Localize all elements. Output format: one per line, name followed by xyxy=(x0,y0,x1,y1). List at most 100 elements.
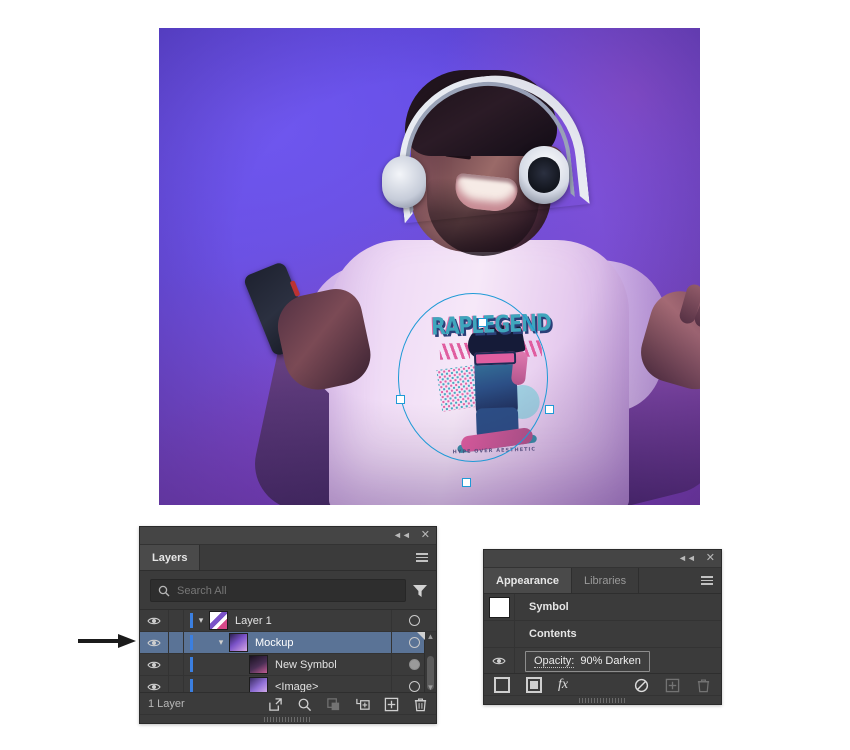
search-icon xyxy=(158,585,170,597)
appearance-swatch-cell[interactable] xyxy=(484,594,515,620)
selection-ellipse[interactable] xyxy=(398,293,548,462)
add-new-fill-icon[interactable] xyxy=(526,677,542,693)
layers-tab-row: Layers xyxy=(140,545,436,571)
artboard-canvas[interactable]: RAPLEGEND HYPE OVER AESTHETIC xyxy=(159,28,700,505)
add-new-effect-icon[interactable]: fx xyxy=(558,677,568,693)
panel-resize-grip[interactable] xyxy=(484,695,721,704)
layer-target-indicator[interactable] xyxy=(391,610,436,631)
hamburger-icon xyxy=(701,576,713,585)
layer-color-bar xyxy=(190,635,193,650)
appearance-item-label: Contents xyxy=(529,628,577,640)
layers-panel-titlebar: ◄◄ ✕ xyxy=(140,527,436,545)
create-new-sublayer-icon[interactable] xyxy=(355,697,370,712)
delete-selected-item-icon[interactable] xyxy=(696,678,711,693)
appearance-panel-titlebar: ◄◄ ✕ xyxy=(484,550,721,568)
appearance-panel-footer: fx xyxy=(484,673,721,696)
layer-name-label[interactable]: New Symbol xyxy=(275,659,337,671)
layer-name-label[interactable]: Layer 1 xyxy=(235,615,272,627)
layer-row-new-symbol[interactable]: New Symbol xyxy=(140,654,436,676)
appearance-panel[interactable]: ◄◄ ✕ Appearance Libraries Symbol Contents… xyxy=(483,549,722,705)
target-circle-icon xyxy=(409,681,420,692)
isolate-selected-object-icon[interactable] xyxy=(268,697,283,712)
pointer-arrow-annotation xyxy=(78,634,138,648)
layer-row-content[interactable]: ▾ Layer 1 xyxy=(184,610,391,631)
clear-appearance-icon[interactable] xyxy=(634,678,649,693)
opacity-field[interactable]: Opacity: 90% Darken xyxy=(525,651,650,672)
close-panel-icon[interactable]: ✕ xyxy=(706,553,715,564)
visibility-eye-icon[interactable] xyxy=(147,616,161,626)
visibility-eye-icon[interactable] xyxy=(147,682,161,692)
layer-name-label[interactable]: <Image> xyxy=(275,681,318,693)
layer-name-label[interactable]: Mockup xyxy=(255,637,294,649)
search-input[interactable]: Search All xyxy=(150,579,406,602)
appearance-list[interactable]: Symbol Contents Opacity: 90% Darken xyxy=(484,594,721,675)
target-circle-icon xyxy=(409,615,420,626)
appearance-row-symbol[interactable]: Symbol xyxy=(484,594,721,621)
layer-lock-toggle[interactable] xyxy=(169,632,184,653)
opacity-label[interactable]: Opacity: xyxy=(534,655,574,668)
layers-list[interactable]: ▾ Layer 1 ▾ Mockup New Symbol <Image> xyxy=(140,609,436,698)
layer-row-layer-1[interactable]: ▾ Layer 1 xyxy=(140,610,436,632)
opacity-value[interactable]: 90% Darken xyxy=(580,655,641,667)
appearance-item-label: Symbol xyxy=(529,601,569,613)
selection-handle-right[interactable] xyxy=(545,405,554,414)
scroll-up-arrow[interactable]: ▲ xyxy=(425,632,436,642)
collapse-panel-icon[interactable]: ◄◄ xyxy=(393,531,411,540)
layer-thumbnail xyxy=(209,611,228,630)
layer-row-mockup[interactable]: ▾ Mockup xyxy=(140,632,436,654)
selection-handle-left[interactable] xyxy=(396,395,405,404)
delete-selection-icon[interactable] xyxy=(413,697,428,712)
layers-panel-menu-button[interactable] xyxy=(408,545,436,570)
appearance-visibility-toggle[interactable] xyxy=(484,648,515,674)
arrow-shaft xyxy=(78,639,122,643)
layers-scrollbar[interactable]: ▲ ▼ xyxy=(424,632,436,693)
close-panel-icon[interactable]: ✕ xyxy=(421,530,430,541)
layers-footer-icons xyxy=(268,697,428,712)
screenshot-root: RAPLEGEND HYPE OVER AESTHETIC ◄◄ ✕ Layer… xyxy=(0,0,850,750)
tab-appearance-label: Appearance xyxy=(496,575,559,587)
layer-thumbnail xyxy=(249,655,268,674)
layer-row-content[interactable]: New Symbol xyxy=(184,654,391,675)
visibility-eye-icon[interactable] xyxy=(147,660,161,670)
search-placeholder: Search All xyxy=(177,585,227,597)
visibility-eye-icon[interactable] xyxy=(492,656,506,666)
layer-visibility-toggle[interactable] xyxy=(140,610,169,631)
make-clipping-mask-icon[interactable] xyxy=(326,697,341,712)
create-new-layer-icon[interactable] xyxy=(384,697,399,712)
layer-lock-toggle[interactable] xyxy=(169,654,184,675)
layer-lock-toggle[interactable] xyxy=(169,610,184,631)
tab-layers[interactable]: Layers xyxy=(140,545,200,570)
tab-libraries-label: Libraries xyxy=(584,575,626,587)
add-new-stroke-icon[interactable] xyxy=(494,677,510,693)
chevron-down-icon[interactable]: ▾ xyxy=(193,615,209,626)
arrow-head xyxy=(118,634,136,648)
hamburger-icon xyxy=(416,553,428,562)
appearance-row-opacity[interactable]: Opacity: 90% Darken xyxy=(484,648,721,675)
layer-row-content[interactable]: ▾ Mockup xyxy=(184,632,391,653)
layers-panel-footer: 1 Layer xyxy=(140,692,436,715)
layer-visibility-toggle[interactable] xyxy=(140,632,169,653)
tab-layers-label: Layers xyxy=(152,552,187,564)
duplicate-selected-item-icon[interactable] xyxy=(665,678,680,693)
appearance-swatch-cell-empty xyxy=(484,621,515,647)
layer-count-label: 1 Layer xyxy=(148,698,185,710)
appearance-tab-row: Appearance Libraries xyxy=(484,568,721,594)
tab-libraries[interactable]: Libraries xyxy=(572,568,639,593)
panel-resize-grip[interactable] xyxy=(140,714,436,723)
chevron-down-icon[interactable]: ▾ xyxy=(213,637,229,648)
layers-panel[interactable]: ◄◄ ✕ Layers Search All ▾ Layer 1 ▾ xyxy=(139,526,437,724)
appearance-panel-menu-button[interactable] xyxy=(693,568,721,593)
funnel-icon[interactable] xyxy=(412,584,428,598)
layer-visibility-toggle[interactable] xyxy=(140,654,169,675)
panel-corner-marker xyxy=(417,632,425,640)
fill-color-swatch[interactable] xyxy=(489,597,510,618)
tab-appearance[interactable]: Appearance xyxy=(484,568,572,593)
collapse-panel-icon[interactable]: ◄◄ xyxy=(678,554,696,563)
selection-handle-top[interactable] xyxy=(478,318,487,327)
locate-object-icon[interactable] xyxy=(297,697,312,712)
layer-thumbnail xyxy=(229,633,248,652)
selection-handle-bottom[interactable] xyxy=(462,478,471,487)
appearance-row-contents[interactable]: Contents xyxy=(484,621,721,648)
visibility-eye-icon[interactable] xyxy=(147,638,161,648)
target-circle-icon xyxy=(409,659,420,670)
